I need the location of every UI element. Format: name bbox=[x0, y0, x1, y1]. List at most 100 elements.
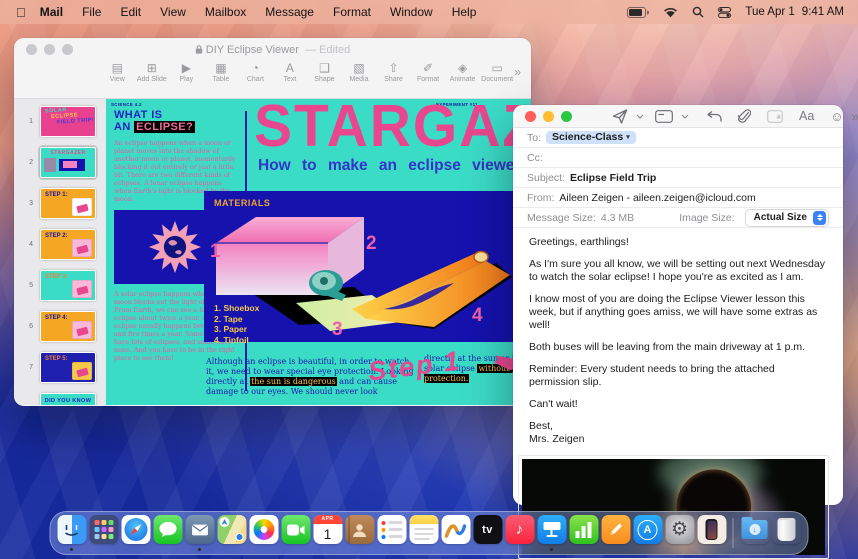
apple-logo-icon[interactable]:  bbox=[16, 5, 26, 20]
play-button[interactable]: ▶Play bbox=[169, 61, 204, 83]
menu-item-mail[interactable]: Mail bbox=[40, 5, 63, 19]
what-is-heading: WHAT IS AN ECLIPSE? bbox=[114, 109, 238, 133]
dock-item-maps[interactable] bbox=[217, 515, 247, 551]
from-field[interactable]: From: Aileen Zeigen - aileen.zeigen@iclo… bbox=[513, 188, 843, 208]
table-button[interactable]: ▦Table bbox=[204, 61, 239, 83]
menu-bar:  Mail File Edit View Mailbox Message Format Wi… bbox=[0, 0, 858, 24]
slide-thumbnail-row: 7STEP 5: bbox=[14, 350, 106, 385]
slide-thumbnail-1[interactable]: SOLARECLIPSEFIELD TRIP! bbox=[40, 106, 96, 137]
slide-thumbnail-6[interactable]: STEP 4: bbox=[40, 311, 96, 342]
stepper-icon bbox=[813, 211, 826, 225]
shape-button[interactable]: ❑Shape bbox=[307, 61, 342, 83]
sun-eclipse-icon bbox=[146, 218, 204, 276]
menu-item-help[interactable]: Help bbox=[452, 5, 477, 19]
slide-thumbnail-5[interactable]: STEP 3: bbox=[40, 270, 96, 301]
materials-box: 1 2 3 4 MATERIALS 1. Shoebox2. Tape3. Pa… bbox=[204, 191, 520, 342]
slide-thumbnail-3[interactable]: STEP 1: bbox=[40, 188, 96, 219]
iphone-mirroring-icon bbox=[697, 515, 726, 544]
menu-item-message[interactable]: Message bbox=[265, 5, 314, 19]
search-icon[interactable] bbox=[692, 6, 704, 18]
image-size-select[interactable]: Actual Size bbox=[745, 209, 829, 227]
dock-item-system-settings[interactable]: ⚙ bbox=[665, 515, 695, 551]
control-center-icon[interactable] bbox=[718, 7, 731, 18]
slide-thumbnail-row: 5STEP 3: bbox=[14, 268, 106, 303]
menu-item-window[interactable]: Window bbox=[390, 5, 433, 19]
share-button[interactable]: ⇧Share bbox=[376, 61, 411, 83]
toolbar-label: Add Slide bbox=[137, 76, 167, 83]
zoom-button[interactable] bbox=[561, 111, 572, 122]
slide-thumbnail-8[interactable]: DID YOU KNOW bbox=[40, 393, 96, 405]
undo-icon[interactable] bbox=[698, 105, 730, 127]
more-icon[interactable]: » bbox=[852, 109, 858, 124]
dock-item-calendar[interactable]: APR1 bbox=[313, 515, 343, 551]
running-indicator bbox=[198, 548, 201, 551]
menu-item-edit[interactable]: Edit bbox=[120, 5, 141, 19]
dock-item-keynote[interactable] bbox=[537, 515, 567, 551]
dock-item-mail[interactable] bbox=[185, 515, 215, 551]
dock-item-downloads[interactable]: ↓ bbox=[740, 515, 770, 551]
recipient-token[interactable]: Science-Class▾ bbox=[546, 131, 636, 144]
close-button[interactable] bbox=[525, 111, 536, 122]
dock-item-photos[interactable] bbox=[249, 515, 279, 551]
chart-button[interactable]: ◔Chart bbox=[238, 61, 273, 83]
dock-item-numbers[interactable] bbox=[569, 515, 599, 551]
dock-item-music[interactable]: ♪ bbox=[505, 515, 535, 551]
document-button[interactable]: ▭Document bbox=[480, 61, 515, 83]
dock-item-tv[interactable]: tv bbox=[473, 515, 503, 551]
dock-item-facetime[interactable] bbox=[281, 515, 311, 551]
chevron-down-icon[interactable] bbox=[681, 105, 692, 127]
toolbar-label: Document bbox=[481, 76, 513, 83]
dock-item-launchpad[interactable] bbox=[89, 515, 119, 551]
finder-icon bbox=[57, 515, 86, 544]
slide-thumbnail-2[interactable]: STARGAZER bbox=[40, 147, 96, 178]
message-body[interactable]: Greetings, earthlings!As I'm sure you al… bbox=[513, 228, 843, 455]
pages-icon bbox=[601, 515, 630, 544]
subject-field[interactable]: Subject: Eclipse Field Trip bbox=[513, 168, 843, 188]
menu-item-format[interactable]: Format bbox=[333, 5, 371, 19]
dock-item-trash[interactable] bbox=[772, 515, 802, 551]
slide-thumbnail-4[interactable]: STEP 2: bbox=[40, 229, 96, 260]
document-title[interactable]: DIY Eclipse Viewer bbox=[206, 44, 299, 56]
toolbar-label: Table bbox=[212, 76, 229, 83]
dock-item-finder[interactable] bbox=[57, 515, 87, 551]
wifi-icon[interactable] bbox=[663, 7, 678, 18]
to-field[interactable]: To: Science-Class▾ bbox=[513, 128, 843, 148]
view-button[interactable]: ▤View bbox=[100, 61, 135, 83]
send-icon[interactable] bbox=[604, 105, 636, 127]
cc-field[interactable]: Cc: bbox=[513, 148, 843, 168]
dock-item-pages[interactable] bbox=[601, 515, 631, 551]
emoji-icon[interactable]: ☺ bbox=[822, 105, 851, 127]
text-icon: A bbox=[286, 61, 294, 75]
dock-item-safari[interactable] bbox=[121, 515, 151, 551]
text-button[interactable]: AText bbox=[273, 61, 308, 83]
toolbar-overflow-icon[interactable]: » bbox=[514, 61, 521, 79]
menu-item-file[interactable]: File bbox=[82, 5, 101, 19]
dock-item-freeform[interactable] bbox=[441, 515, 471, 551]
dock-item-iphone-mirroring[interactable] bbox=[697, 515, 727, 551]
photos-icon bbox=[249, 515, 278, 544]
menu-item-view[interactable]: View bbox=[160, 5, 186, 19]
add-slide-button[interactable]: ⊞Add Slide bbox=[135, 61, 170, 83]
toolbar-label: Format bbox=[417, 76, 439, 83]
markup-icon[interactable] bbox=[759, 105, 791, 127]
battery-icon[interactable] bbox=[627, 7, 649, 18]
slide-thumbnail-7[interactable]: STEP 5: bbox=[40, 352, 96, 383]
menu-item-mailbox[interactable]: Mailbox bbox=[205, 5, 246, 19]
dock-item-messages[interactable] bbox=[153, 515, 183, 551]
dock-item-contacts[interactable] bbox=[345, 515, 375, 551]
format-aa-icon[interactable]: Aa bbox=[791, 105, 822, 127]
media-button[interactable]: ▧Media bbox=[342, 61, 377, 83]
toolbar-label: Media bbox=[349, 76, 368, 83]
dock-item-reminders[interactable] bbox=[377, 515, 407, 551]
materials-list-item: 2. Tape bbox=[214, 314, 259, 325]
menu-bar-clock[interactable]: Tue Apr 1 9:41 AM bbox=[745, 6, 844, 18]
animate-button[interactable]: ◈Animate bbox=[445, 61, 480, 83]
attach-icon[interactable] bbox=[730, 105, 759, 127]
clock-date: Tue Apr 1 bbox=[745, 6, 794, 18]
minimize-button[interactable] bbox=[543, 111, 554, 122]
dock-item-app-store[interactable]: A bbox=[633, 515, 663, 551]
header-fields-icon[interactable] bbox=[647, 105, 681, 127]
format-button[interactable]: ✐Format bbox=[411, 61, 446, 83]
dock-item-notes[interactable] bbox=[409, 515, 439, 551]
chevron-down-icon[interactable] bbox=[636, 105, 647, 127]
